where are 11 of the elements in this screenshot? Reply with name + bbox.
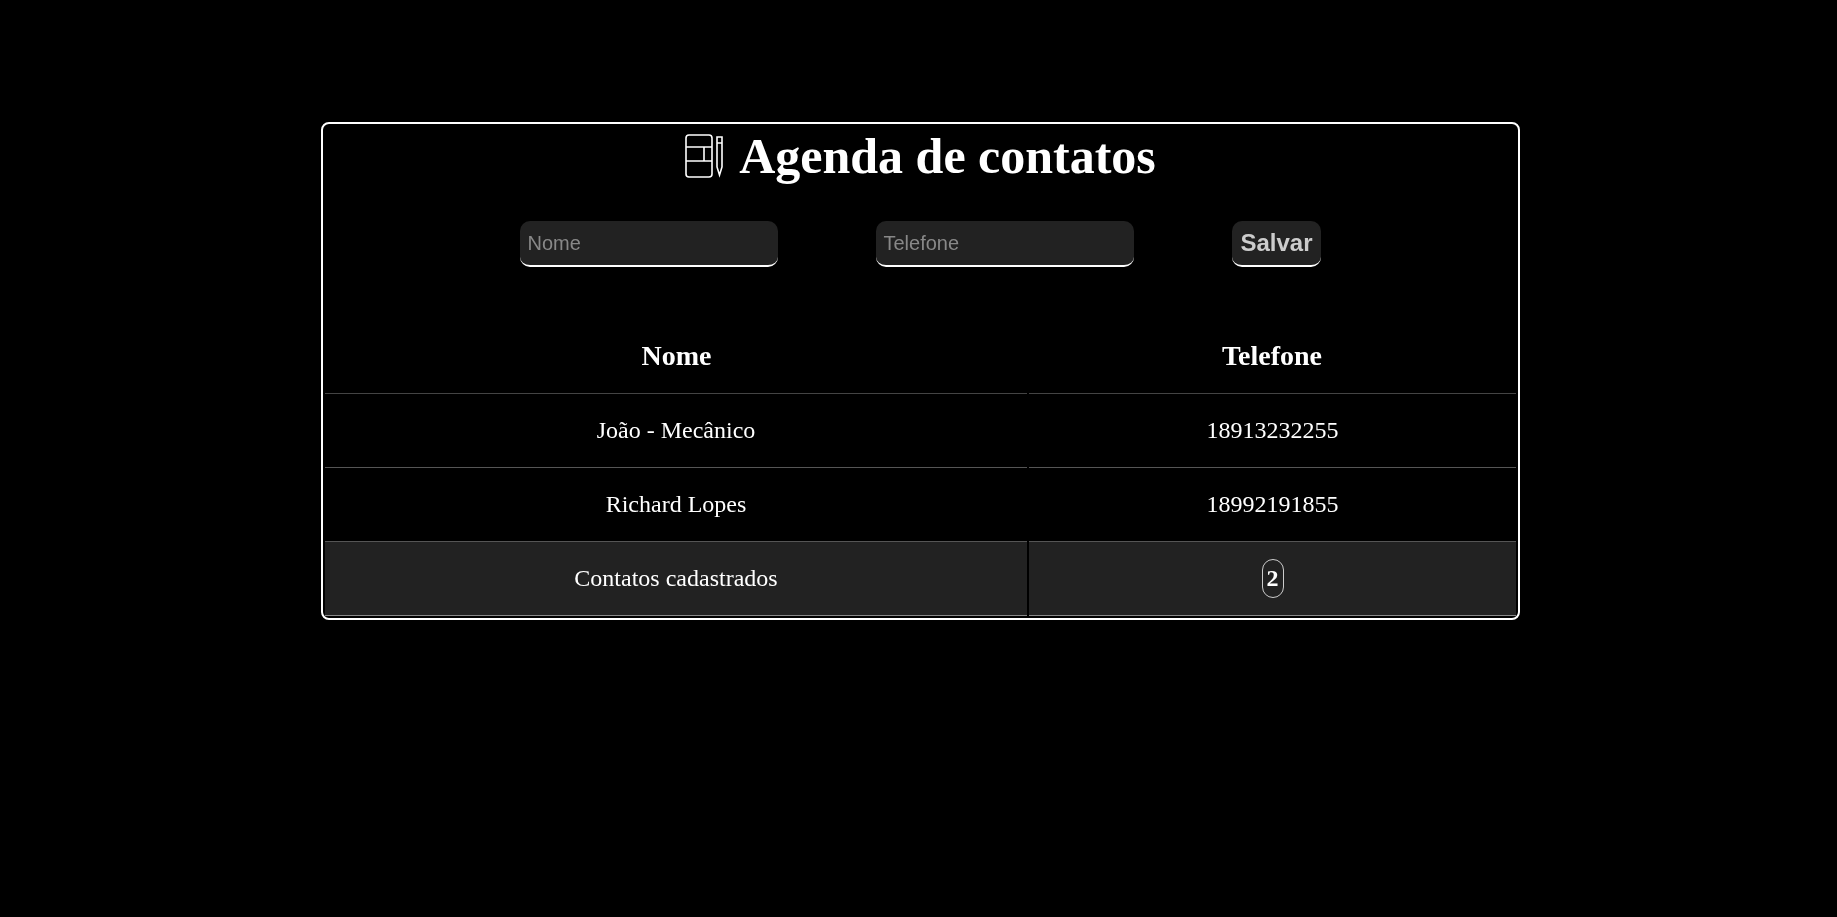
table-cell: 18913232255	[1028, 393, 1516, 468]
name-field[interactable]: Nome	[520, 221, 779, 267]
notebook-pen-icon	[685, 133, 726, 179]
page-title: Agenda de contatos	[739, 127, 1156, 185]
table-cell: 18992191855	[1028, 467, 1516, 542]
table-cell: João - Mecânico	[325, 393, 1028, 468]
column-header: Nome	[325, 319, 1028, 394]
column-header: Telefone	[1028, 319, 1516, 394]
table-cell: Contatos cadastrados	[325, 541, 1028, 616]
save-button[interactable]: Salvar	[1232, 221, 1321, 267]
phone-field[interactable]: Telefone	[876, 221, 1135, 267]
